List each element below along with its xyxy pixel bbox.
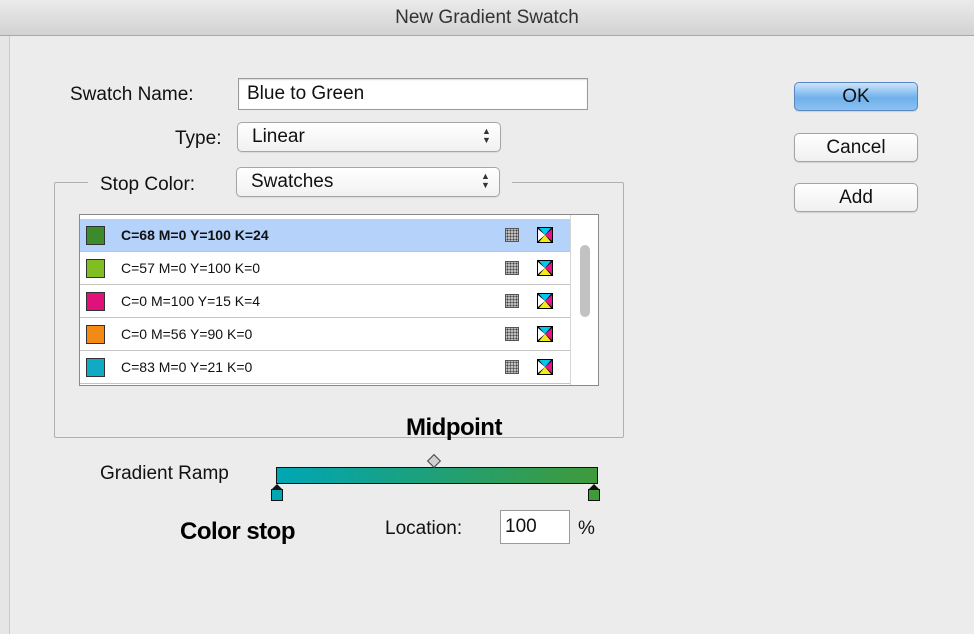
color-chip bbox=[86, 358, 105, 377]
list-item[interactable]: C=57 M=0 Y=100 K=0 bbox=[80, 252, 570, 285]
stop-color-label: Stop Color: bbox=[100, 174, 196, 195]
swatch-item-name: C=57 M=0 Y=100 K=0 bbox=[121, 260, 261, 276]
scrollbar-thumb[interactable] bbox=[580, 245, 590, 317]
gradient-ramp-label: Gradient Ramp bbox=[100, 463, 229, 484]
list-item[interactable]: C=0 M=56 Y=90 K=0 bbox=[80, 318, 570, 351]
midpoint-handle[interactable] bbox=[426, 453, 442, 469]
cancel-button[interactable]: Cancel bbox=[794, 133, 918, 162]
cmyk-mode-icon bbox=[537, 326, 553, 342]
percent-sign: % bbox=[578, 518, 595, 539]
midpoint-annotation: Midpoint bbox=[406, 414, 502, 441]
cmyk-mode-icon bbox=[537, 260, 553, 276]
process-color-icon bbox=[505, 228, 519, 242]
swatch-item-name: C=68 M=0 Y=100 K=24 bbox=[121, 227, 269, 243]
color-stop-annotation: Color stop bbox=[180, 518, 296, 545]
stop-color-select[interactable]: Swatches ▲ ▼ bbox=[236, 167, 500, 197]
color-stop-end[interactable] bbox=[588, 484, 600, 501]
swatch-name-label: Swatch Name: bbox=[70, 84, 194, 105]
color-chip bbox=[86, 226, 105, 245]
swatch-list[interactable]: C=68 M=0 Y=100 K=24 C=57 M=0 Y=100 K=0 C… bbox=[79, 214, 599, 386]
location-label: Location: bbox=[385, 518, 463, 539]
gradient-ramp[interactable] bbox=[276, 467, 598, 484]
window-edge bbox=[0, 36, 10, 634]
cmyk-mode-icon bbox=[537, 227, 553, 243]
color-chip bbox=[86, 259, 105, 278]
cmyk-mode-icon bbox=[537, 359, 553, 375]
color-stop-end-swatch bbox=[588, 489, 600, 501]
type-select-value: Linear bbox=[252, 126, 305, 147]
swatch-item-name: C=0 M=100 Y=15 K=4 bbox=[121, 293, 261, 309]
process-color-icon bbox=[505, 327, 519, 341]
color-stop-start-swatch bbox=[271, 489, 283, 501]
process-color-icon bbox=[505, 360, 519, 374]
list-item[interactable]: C=68 M=0 Y=100 K=24 bbox=[80, 219, 570, 252]
updown-arrows-icon: ▲ ▼ bbox=[482, 126, 491, 145]
swatch-item-name: C=0 M=56 Y=90 K=0 bbox=[121, 326, 253, 342]
color-chip bbox=[86, 325, 105, 344]
window-title: New Gradient Swatch bbox=[0, 0, 974, 36]
location-input[interactable]: 100 bbox=[500, 510, 570, 544]
process-color-icon bbox=[505, 294, 519, 308]
list-item[interactable]: C=0 M=100 Y=15 K=4 bbox=[80, 285, 570, 318]
stop-color-select-value: Swatches bbox=[251, 171, 334, 192]
add-button[interactable]: Add bbox=[794, 183, 918, 212]
swatch-name-input[interactable] bbox=[238, 78, 588, 110]
process-color-icon bbox=[505, 261, 519, 275]
type-label: Type: bbox=[175, 128, 222, 149]
color-stop-start[interactable] bbox=[271, 484, 283, 501]
cmyk-mode-icon bbox=[537, 293, 553, 309]
type-select[interactable]: Linear ▲ ▼ bbox=[237, 122, 501, 152]
swatch-item-name: C=83 M=0 Y=21 K=0 bbox=[121, 359, 253, 375]
updown-arrows-icon: ▲ ▼ bbox=[481, 171, 490, 190]
ok-button[interactable]: OK bbox=[794, 82, 918, 111]
color-chip bbox=[86, 292, 105, 311]
list-item[interactable]: C=83 M=0 Y=21 K=0 bbox=[80, 351, 570, 384]
